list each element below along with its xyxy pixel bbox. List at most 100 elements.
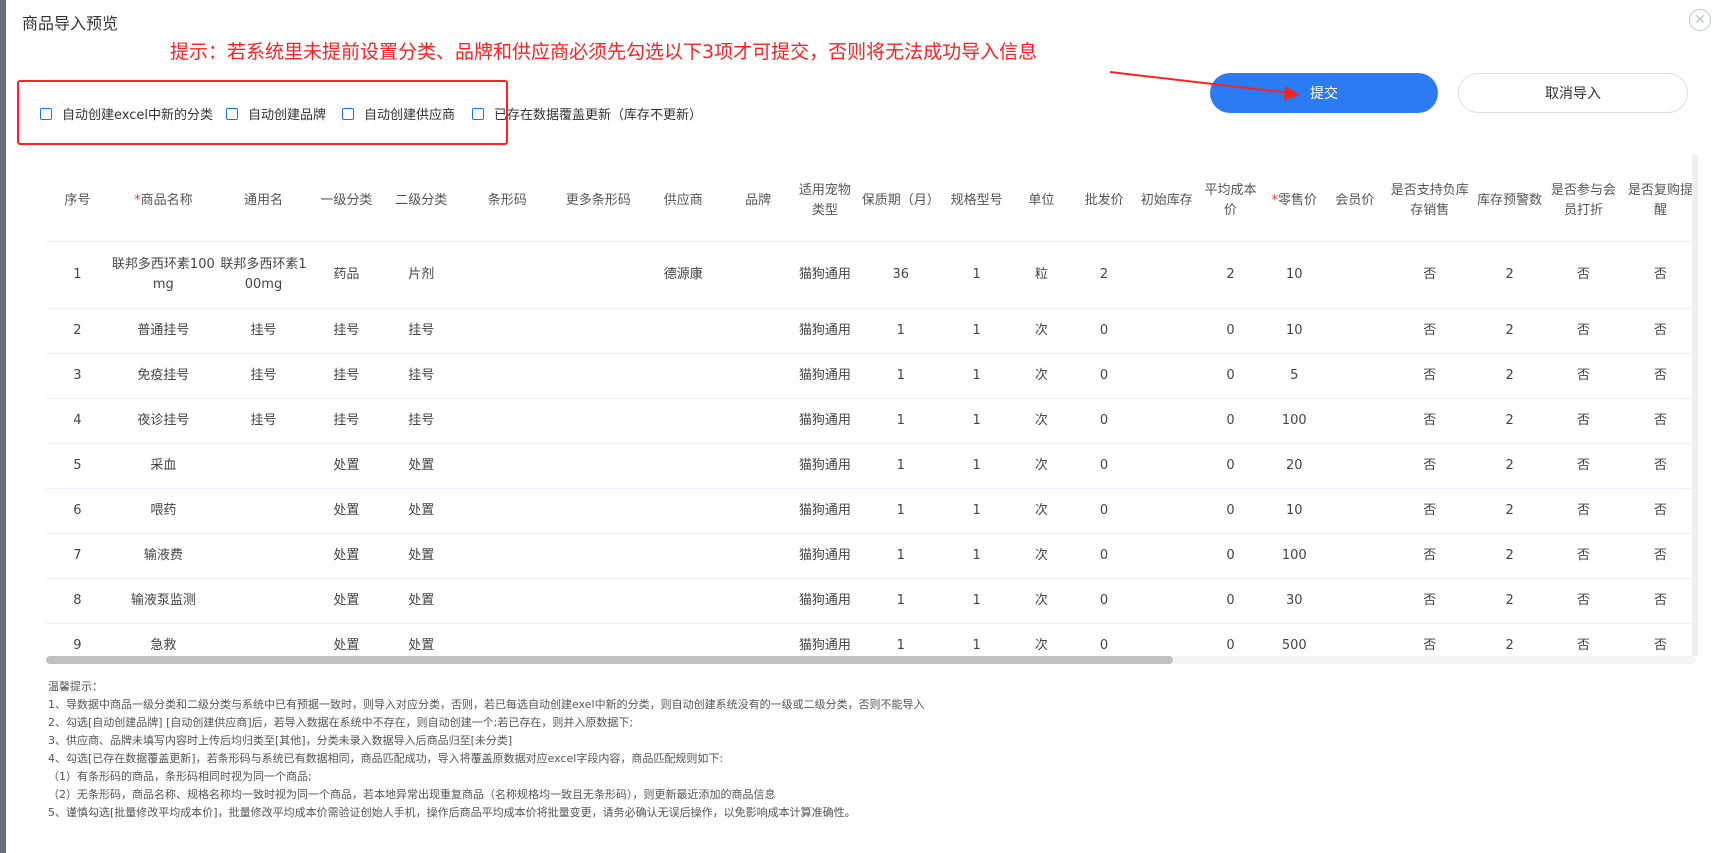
table-cell: 0 xyxy=(1197,488,1264,534)
table-row[interactable]: 9 急救 处置 处置 猫狗通用 1 1 次 0 0 500 否 2 否否 xyxy=(46,623,1696,660)
table-cell: 0 xyxy=(1197,443,1264,489)
note-line: 4、勾选[已存在数据覆盖更新]，若条形码与系统已有数据相同，商品匹配成功，导入将… xyxy=(48,752,724,765)
table-cell xyxy=(640,488,726,534)
table-row[interactable]: 5 采血 处置 处置 猫狗通用 1 1 次 0 0 20 否 2 否否 xyxy=(46,443,1696,489)
table-cell xyxy=(725,533,791,579)
table-cell: 德源康 xyxy=(640,241,726,309)
column-header: *商品名称 xyxy=(108,160,218,242)
table-cell: 2 xyxy=(1474,398,1546,444)
note-line: （1）有条形码的商品，条形码相同时视为同一个商品; xyxy=(48,770,312,783)
table-row[interactable]: 2 普通挂号 挂号 挂号 挂号 猫狗通用 1 1 次 0 0 10 否 2 否否 xyxy=(46,308,1696,354)
table-cell: 猫狗通用 xyxy=(790,623,860,660)
column-header-label: 规格型号 xyxy=(950,192,1003,208)
table-cell xyxy=(458,308,556,354)
table-cell: 否 xyxy=(1385,398,1475,444)
table-cell xyxy=(1324,398,1386,444)
column-header: 一级分类 xyxy=(309,160,384,242)
table-row[interactable]: 4 夜诊挂号 挂号 挂号 挂号 猫狗通用 1 1 次 0 0 100 否 2 否否 xyxy=(46,398,1696,444)
table-cell: 否 xyxy=(1385,533,1475,579)
table-cell: 1 xyxy=(942,533,1012,579)
table-cell xyxy=(1324,578,1386,624)
table-cell: 次 xyxy=(1011,488,1072,534)
column-header: 供应商 xyxy=(640,160,726,242)
table-cell: 处置 xyxy=(383,578,459,624)
table-cell xyxy=(725,241,791,309)
table-cell: 挂号 xyxy=(383,308,459,354)
table-cell: 处置 xyxy=(309,623,384,660)
table-cell xyxy=(640,308,726,354)
table-cell: 1 xyxy=(859,533,943,579)
table-cell: 30 xyxy=(1263,578,1325,624)
table-cell: 2 xyxy=(1474,241,1546,309)
table-cell: 否 xyxy=(1621,241,1696,309)
table-cell: 1 xyxy=(942,308,1012,354)
table-cell: 猫狗通用 xyxy=(790,443,860,489)
table-cell: 处置 xyxy=(383,623,459,660)
table-cell: 否 xyxy=(1545,398,1622,444)
table-cell: 0 xyxy=(1197,533,1264,579)
table-cell: 3 xyxy=(46,353,109,399)
note-line: 5、谨慎勾选[批量修改平均成本价]，批量修改平均成本价需验证创始人手机，操作后商… xyxy=(48,806,856,819)
table-cell xyxy=(217,578,309,624)
table-cell: 500 xyxy=(1263,623,1325,660)
table-cell xyxy=(1324,623,1386,660)
horizontal-scrollbar[interactable] xyxy=(46,656,1696,664)
table-cell: 0 xyxy=(1071,533,1137,579)
table-cell: 否 xyxy=(1385,578,1475,624)
table-cell: 10 xyxy=(1263,241,1325,309)
table-cell xyxy=(1136,488,1198,534)
table-cell: 5 xyxy=(1263,353,1325,399)
table-cell xyxy=(555,488,641,534)
table-cell: 否 xyxy=(1545,533,1622,579)
table-cell: 否 xyxy=(1545,578,1622,624)
column-header-label: 平均成本价 xyxy=(1204,182,1257,218)
table-cell xyxy=(640,398,726,444)
table-cell xyxy=(1136,241,1198,309)
column-header-label: 适用宠物类型 xyxy=(798,182,851,218)
table-cell: 次 xyxy=(1011,443,1072,489)
table-cell xyxy=(555,308,641,354)
table-cell xyxy=(640,353,726,399)
table-row[interactable]: 7 输液费 处置 处置 猫狗通用 1 1 次 0 0 100 否 2 否否 xyxy=(46,533,1696,579)
import-preview-dialog: 商品导入预览 ✕ 提示：若系统里未提前设置分类、品牌和供应商必须先勾选以下3项才… xyxy=(6,0,1724,853)
table-cell: 粒 xyxy=(1011,241,1072,309)
column-header: *零售价 xyxy=(1263,160,1325,242)
table-cell: 100 xyxy=(1263,533,1325,579)
table-cell: 次 xyxy=(1011,398,1072,444)
table-cell: 0 xyxy=(1071,308,1137,354)
table-cell: 2 xyxy=(1197,241,1264,309)
preview-table-container[interactable]: 序号 *商品名称 通用名 一级分类 二级分类 条形码 更多条形码 供应商 品牌 适用宠物类型 保质期… xyxy=(46,160,1696,660)
column-header-label: 一级分类 xyxy=(320,192,373,208)
table-cell: 否 xyxy=(1545,353,1622,399)
table-cell xyxy=(640,623,726,660)
column-header-label: 零售价 xyxy=(1277,192,1317,208)
table-cell: 100 xyxy=(1263,398,1325,444)
table-cell: 药品 xyxy=(309,241,384,309)
vertical-scrollbar[interactable] xyxy=(1692,154,1698,656)
table-cell: 否 xyxy=(1545,308,1622,354)
table-cell: 2 xyxy=(1474,488,1546,534)
table-row[interactable]: 1 联邦多西环素100mg 联邦多西环素100mg 药品 片剂 德源康 猫狗通用 36 1 粒 2 2… xyxy=(46,241,1696,309)
table-cell: 1 xyxy=(942,241,1012,309)
table-cell: 1 xyxy=(942,488,1012,534)
column-header-label: 是否支持负库存销售 xyxy=(1390,182,1469,218)
scrollbar-thumb[interactable] xyxy=(46,656,1173,664)
column-header: 批发价 xyxy=(1071,160,1137,242)
table-cell: 0 xyxy=(1197,353,1264,399)
table-row[interactable]: 3 免疫挂号 挂号 挂号 挂号 猫狗通用 1 1 次 0 0 5 否 2 否否 xyxy=(46,353,1696,399)
column-header: 会员价 xyxy=(1324,160,1386,242)
table-cell: 4 xyxy=(46,398,109,444)
table-cell xyxy=(725,488,791,534)
table-cell: 否 xyxy=(1621,443,1696,489)
table-row[interactable]: 6 喂药 处置 处置 猫狗通用 1 1 次 0 0 10 否 2 否否 xyxy=(46,488,1696,534)
table-cell: 2 xyxy=(1474,308,1546,354)
table-cell: 猫狗通用 xyxy=(790,241,860,309)
table-cell: 输液泵监测 xyxy=(108,578,218,624)
column-header-label: 更多条形码 xyxy=(565,192,631,208)
table-cell xyxy=(1324,488,1386,534)
table-cell: 2 xyxy=(1071,241,1137,309)
table-cell xyxy=(555,241,641,309)
table-cell: 1 xyxy=(942,398,1012,444)
column-header: 初始库存 xyxy=(1136,160,1198,242)
table-row[interactable]: 8 输液泵监测 处置 处置 猫狗通用 1 1 次 0 0 30 否 2 否否 xyxy=(46,578,1696,624)
